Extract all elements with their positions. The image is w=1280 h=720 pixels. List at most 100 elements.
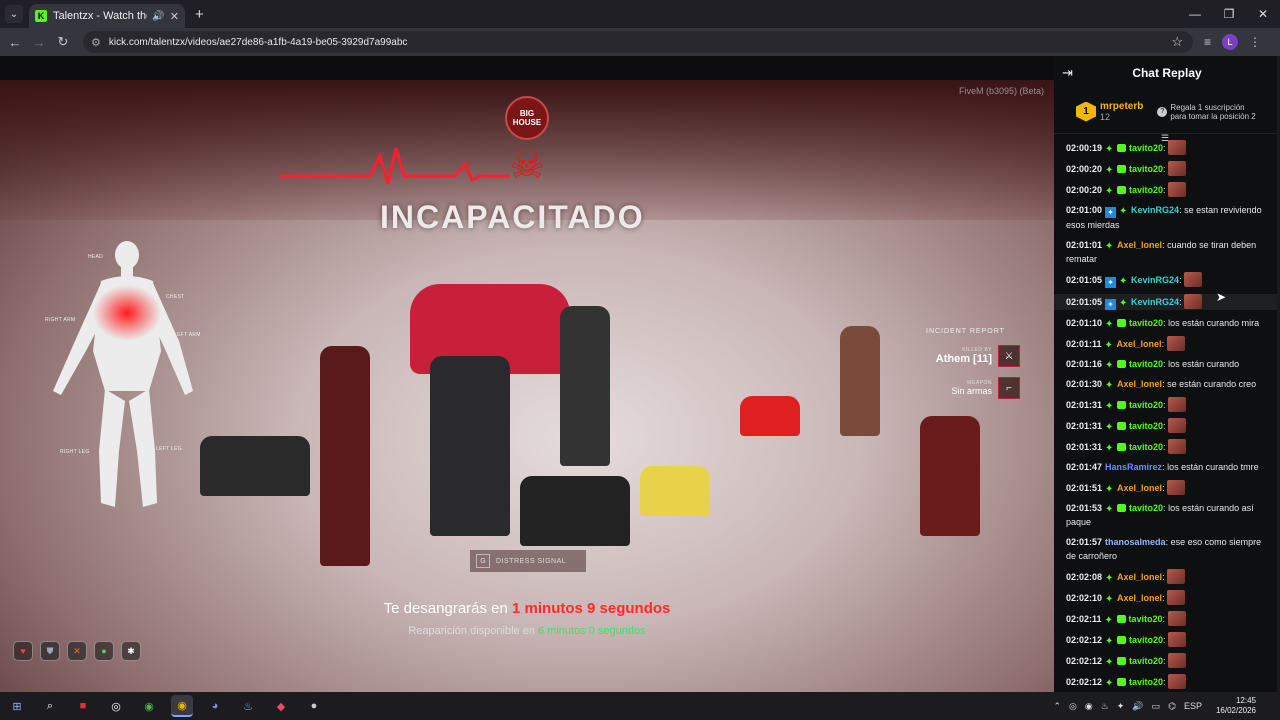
app-icon[interactable]: ◎ (105, 695, 127, 717)
profile-avatar[interactable]: L (1222, 34, 1239, 50)
network-icon[interactable]: ⌬ (1168, 701, 1176, 712)
bookmark-star-icon[interactable]: ☆ (1171, 34, 1183, 50)
chat-message[interactable]: 02:02:12 ✦ tavito20: (1066, 632, 1272, 647)
chat-message[interactable]: 02:01:31 ✦ tavito20: (1066, 439, 1272, 454)
message-username[interactable]: tavito20 (1129, 400, 1163, 410)
scene-figure (320, 346, 370, 566)
close-window-button[interactable]: ✕ (1246, 0, 1280, 28)
close-tab-icon[interactable]: ✕ (170, 10, 179, 23)
chrome-icon[interactable]: ◉ (138, 695, 160, 717)
volume-icon[interactable]: 🔊 (1132, 701, 1143, 712)
speaker-icon[interactable]: 🔊 (152, 11, 164, 22)
tray-app-icon[interactable]: ♨ (1101, 701, 1109, 712)
chat-message[interactable]: 02:01:51 ✦ Axel_lonel: (1066, 480, 1272, 495)
scene-figure (430, 356, 510, 536)
message-username[interactable]: Axel_lonel (1117, 572, 1162, 582)
chat-message[interactable]: 02:01:30 ✦ Axel_lonel: se están curando cr… (1066, 377, 1272, 391)
tray-app-icon[interactable]: ✦ (1117, 701, 1125, 712)
site-info-icon[interactable]: ⚙ (91, 36, 101, 49)
subscriber-badge-icon (1117, 186, 1127, 194)
minimize-button[interactable]: — (1178, 0, 1212, 28)
chat-message[interactable]: 02:02:12 ✦ tavito20: (1066, 674, 1272, 689)
new-tab-button[interactable]: + (195, 6, 204, 23)
message-username[interactable]: KevinRG24 (1131, 205, 1179, 215)
verified-badge-icon: ✦ (1105, 165, 1114, 176)
chat-message[interactable]: 02:00:20 ✦ tavito20: (1066, 161, 1272, 176)
scene-figure (920, 416, 980, 536)
filter-icon[interactable]: ☰ (1161, 133, 1169, 144)
tray-chevron-icon[interactable]: ⌃ (1053, 701, 1061, 712)
message-username[interactable]: tavito20 (1129, 635, 1163, 645)
message-username[interactable]: Axel_lonel (1117, 483, 1162, 493)
app-icon[interactable]: ■ (72, 695, 94, 717)
message-username[interactable]: tavito20 (1129, 677, 1163, 687)
message-timestamp: 02:01:31 (1066, 400, 1103, 410)
message-username[interactable]: KevinRG24 (1131, 275, 1179, 285)
message-username[interactable]: tavito20 (1129, 614, 1163, 624)
message-username[interactable]: tavito20 (1129, 318, 1163, 328)
restore-button[interactable]: ❐ (1212, 0, 1246, 28)
back-icon[interactable]: ← (3, 35, 27, 50)
reload-icon[interactable]: ↻ (51, 34, 75, 50)
url-bar[interactable]: ⚙ kick.com/talentzx/videos/ae27de86-a1fb… (83, 31, 1193, 53)
server-logo: BIG HOUSE (505, 96, 549, 140)
media-controls-icon[interactable]: ≡ (1204, 35, 1211, 49)
app-icon[interactable]: ◆ (270, 695, 292, 717)
message-username[interactable]: tavito20 (1129, 185, 1163, 195)
message-username[interactable]: HansRamirez (1105, 462, 1162, 472)
chat-message[interactable]: 02:01:57 thanosalmeda: ese eso como siemp… (1066, 535, 1272, 563)
message-username[interactable]: tavito20 (1129, 164, 1163, 174)
message-username[interactable]: tavito20 (1129, 359, 1163, 369)
discord-icon[interactable]: ◕ (204, 695, 226, 717)
chat-message[interactable]: 02:00:20 ✦ tavito20: (1066, 182, 1272, 197)
language-indicator[interactable]: ESP (1184, 701, 1202, 711)
browser-tab[interactable]: K Talentzx - Watch the VOD o 🔊 ✕ (29, 4, 185, 28)
chat-message[interactable]: 02:01:10 ✦ tavito20: los están curando mir… (1066, 316, 1272, 330)
app-icon[interactable]: ● (303, 695, 325, 717)
chat-message[interactable]: 02:01:31 ✦ tavito20: (1066, 418, 1272, 433)
tray-app-icon[interactable]: ◉ (1085, 701, 1093, 712)
gift-prompt[interactable]: ? Regala 1 suscripción para tomar la pos… (1157, 103, 1260, 121)
message-username[interactable]: Axel_lonel (1117, 593, 1162, 603)
chat-message[interactable]: 02:01:05 ✦ ✦ KevinRG24: (1054, 294, 1280, 310)
collapse-chat-icon[interactable]: ⇥ (1062, 65, 1073, 81)
chat-message[interactable]: 02:01:31 ✦ tavito20: (1066, 397, 1272, 412)
message-username[interactable]: tavito20 (1129, 421, 1163, 431)
message-username[interactable]: thanosalmeda (1105, 537, 1166, 547)
message-timestamp: 02:00:20 (1066, 185, 1103, 195)
kick-favicon-icon: K (35, 10, 47, 22)
steam-icon[interactable]: ♨ (237, 695, 259, 717)
chat-message[interactable]: 02:02:12 ✦ tavito20: (1066, 653, 1272, 668)
chat-message[interactable]: 02:01:11 ✦ Axel_lonel: (1066, 336, 1272, 351)
forward-icon[interactable]: → (27, 35, 51, 50)
search-icon[interactable]: ⌕ (39, 695, 61, 717)
tray-app-icon[interactable]: ◎ (1069, 701, 1077, 712)
message-username[interactable]: tavito20 (1129, 503, 1163, 513)
chat-message[interactable]: 02:02:08 ✦ Axel_lonel: (1066, 569, 1272, 584)
clock[interactable]: 12:45 16/02/2026 (1216, 696, 1256, 716)
chat-message[interactable]: 02:02:11 ✦ tavito20: (1066, 611, 1272, 626)
top-gifter-name[interactable]: mrpeterb (1100, 101, 1143, 112)
video-top-strip (0, 56, 1054, 80)
chat-message[interactable]: 02:01:05 ✦ ✦ KevinRG24: (1066, 272, 1272, 288)
chat-message[interactable]: 02:02:10 ✦ Axel_lonel: (1066, 590, 1272, 605)
message-username[interactable]: Axel_lonel (1117, 379, 1162, 389)
message-username[interactable]: tavito20 (1129, 656, 1163, 666)
message-username[interactable]: Axel_lonel (1117, 339, 1162, 349)
message-username[interactable]: KevinRG24 (1131, 297, 1179, 307)
chat-message[interactable]: 02:01:00 ✦ ✦ KevinRG24: se estan reviviendo… (1066, 203, 1272, 232)
message-username[interactable]: tavito20 (1129, 442, 1163, 452)
display-icon[interactable]: ▭ (1152, 701, 1161, 712)
tab-search-icon[interactable]: ⌄ (5, 5, 23, 23)
chat-message[interactable]: 02:01:47 HansRamirez: los están curando t… (1066, 460, 1272, 474)
chat-message[interactable]: 02:01:53 ✦ tavito20: los están curando así… (1066, 501, 1272, 529)
video-player[interactable]: FiveM (b3095) (Beta) BIG HOUSE ☠ INCAPAC… (0, 56, 1054, 692)
chat-message[interactable]: 02:01:01 ✦ Axel_lonel: cuando se tiran deb… (1066, 238, 1272, 266)
emote-image (1168, 397, 1187, 412)
windows-start-icon[interactable]: ⊞ (6, 695, 28, 717)
menu-kebab-icon[interactable]: ⋮ (1249, 35, 1261, 49)
chat-message[interactable]: 02:01:16 ✦ tavito20: los están curando (1066, 357, 1272, 371)
message-username[interactable]: Axel_lonel (1117, 240, 1162, 250)
chrome-active-icon[interactable]: ◉ (171, 695, 193, 717)
message-username[interactable]: tavito20 (1129, 143, 1163, 153)
